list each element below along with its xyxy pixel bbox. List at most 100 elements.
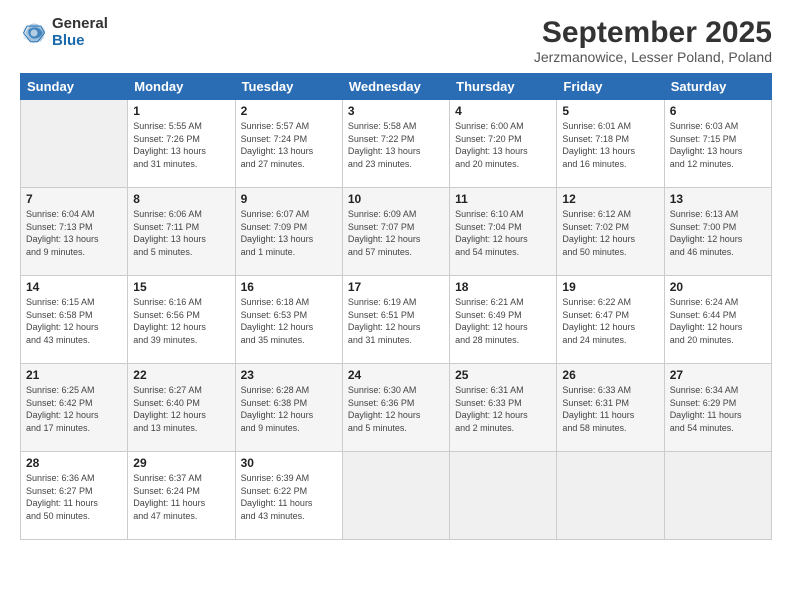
day-number: 13 xyxy=(670,192,766,206)
cell-info: Sunrise: 6:06 AMSunset: 7:11 PMDaylight:… xyxy=(133,208,229,258)
day-number: 21 xyxy=(26,368,122,382)
calendar-cell: 25Sunrise: 6:31 AMSunset: 6:33 PMDayligh… xyxy=(450,364,557,452)
day-number: 20 xyxy=(670,280,766,294)
calendar-body: 1Sunrise: 5:55 AMSunset: 7:26 PMDaylight… xyxy=(21,100,772,540)
calendar-cell xyxy=(557,452,664,540)
cell-info: Sunrise: 6:33 AMSunset: 6:31 PMDaylight:… xyxy=(562,384,658,434)
calendar-cell xyxy=(450,452,557,540)
cell-info: Sunrise: 6:12 AMSunset: 7:02 PMDaylight:… xyxy=(562,208,658,258)
calendar-cell: 28 Sunrise: 6:36 AMSunset: 6:27 PMDayligh… xyxy=(21,452,128,540)
calendar-cell: 21 Sunrise: 6:25 AMSunset: 6:42 PMDayligh… xyxy=(21,364,128,452)
calendar: Sunday Monday Tuesday Wednesday Thursday… xyxy=(20,73,772,540)
calendar-cell xyxy=(21,100,128,188)
cell-info: Sunrise: 6:28 AMSunset: 6:38 PMDaylight:… xyxy=(241,384,337,434)
day-number: 19 xyxy=(562,280,658,294)
calendar-cell: 9 Sunrise: 6:07 AMSunset: 7:09 PMDaylight… xyxy=(235,188,342,276)
cell-info: Sunrise: 6:36 AMSunset: 6:27 PMDaylight:… xyxy=(26,472,122,522)
calendar-cell: 15 Sunrise: 6:16 AMSunset: 6:56 PMDayligh… xyxy=(128,276,235,364)
day-number: 22 xyxy=(133,368,229,382)
day-number: 7 xyxy=(26,192,122,206)
day-number: 5 xyxy=(562,104,658,118)
day-number: 10 xyxy=(348,192,444,206)
calendar-cell: 18Sunrise: 6:21 AMSunset: 6:49 PMDayligh… xyxy=(450,276,557,364)
calendar-cell: 12 Sunrise: 6:12 AMSunset: 7:02 PMDayligh… xyxy=(557,188,664,276)
cell-info: Sunrise: 6:15 AMSunset: 6:58 PMDaylight:… xyxy=(26,296,122,346)
cell-info: Sunrise: 6:30 AMSunset: 6:36 PMDaylight:… xyxy=(348,384,444,434)
day-number: 9 xyxy=(241,192,337,206)
day-number: 15 xyxy=(133,280,229,294)
calendar-cell: 5Sunrise: 6:01 AMSunset: 7:18 PMDaylight… xyxy=(557,100,664,188)
header-wednesday: Wednesday xyxy=(342,74,449,100)
cell-info: Sunrise: 6:16 AMSunset: 6:56 PMDaylight:… xyxy=(133,296,229,346)
cell-info: Sunrise: 6:37 AMSunset: 6:24 PMDaylight:… xyxy=(133,472,229,522)
calendar-week-5: 28 Sunrise: 6:36 AMSunset: 6:27 PMDayligh… xyxy=(21,452,772,540)
calendar-cell: 16 Sunrise: 6:18 AMSunset: 6:53 PMDayligh… xyxy=(235,276,342,364)
cell-info: Sunrise: 6:34 AMSunset: 6:29 PMDaylight:… xyxy=(670,384,766,434)
header-thursday: Thursday xyxy=(450,74,557,100)
day-number: 30 xyxy=(241,456,337,470)
day-number: 8 xyxy=(133,192,229,206)
calendar-cell: 19 Sunrise: 6:22 AMSunset: 6:47 PMDayligh… xyxy=(557,276,664,364)
calendar-cell: 10 Sunrise: 6:09 AMSunset: 7:07 PMDayligh… xyxy=(342,188,449,276)
calendar-cell: 3Sunrise: 5:58 AMSunset: 7:22 PMDaylight… xyxy=(342,100,449,188)
header-sunday: Sunday xyxy=(21,74,128,100)
day-number: 23 xyxy=(241,368,337,382)
calendar-cell: 14 Sunrise: 6:15 AMSunset: 6:58 PMDayligh… xyxy=(21,276,128,364)
cell-info: Sunrise: 6:24 AMSunset: 6:44 PMDaylight:… xyxy=(670,296,766,346)
cell-info: Sunrise: 6:18 AMSunset: 6:53 PMDaylight:… xyxy=(241,296,337,346)
cell-info: Sunrise: 6:13 AMSunset: 7:00 PMDaylight:… xyxy=(670,208,766,258)
calendar-cell xyxy=(664,452,771,540)
calendar-header: Sunday Monday Tuesday Wednesday Thursday… xyxy=(21,74,772,100)
logo-general: General xyxy=(52,16,108,33)
day-number: 3 xyxy=(348,104,444,118)
day-number: 2 xyxy=(241,104,337,118)
cell-info: Sunrise: 5:57 AMSunset: 7:24 PMDaylight:… xyxy=(241,120,337,170)
day-number: 14 xyxy=(26,280,122,294)
calendar-cell: 30 Sunrise: 6:39 AMSunset: 6:22 PMDayligh… xyxy=(235,452,342,540)
calendar-cell: 23 Sunrise: 6:28 AMSunset: 6:38 PMDayligh… xyxy=(235,364,342,452)
calendar-cell: 1Sunrise: 5:55 AMSunset: 7:26 PMDaylight… xyxy=(128,100,235,188)
cell-info: Sunrise: 6:07 AMSunset: 7:09 PMDaylight:… xyxy=(241,208,337,258)
calendar-cell: 24 Sunrise: 6:30 AMSunset: 6:36 PMDayligh… xyxy=(342,364,449,452)
cell-info: Sunrise: 6:10 AMSunset: 7:04 PMDaylight:… xyxy=(455,208,551,258)
day-number: 27 xyxy=(670,368,766,382)
day-number: 1 xyxy=(133,104,229,118)
day-number: 6 xyxy=(670,104,766,118)
calendar-cell: 8 Sunrise: 6:06 AMSunset: 7:11 PMDaylight… xyxy=(128,188,235,276)
cell-info: Sunrise: 6:09 AMSunset: 7:07 PMDaylight:… xyxy=(348,208,444,258)
cell-info: Sunrise: 6:03 AMSunset: 7:15 PMDaylight:… xyxy=(670,120,766,170)
day-number: 25 xyxy=(455,368,551,382)
day-number: 11 xyxy=(455,192,551,206)
day-number: 24 xyxy=(348,368,444,382)
day-number: 28 xyxy=(26,456,122,470)
page-header: General Blue September 2025 Jerzmanowice… xyxy=(20,16,772,65)
cell-info: Sunrise: 6:22 AMSunset: 6:47 PMDaylight:… xyxy=(562,296,658,346)
calendar-cell: 29 Sunrise: 6:37 AMSunset: 6:24 PMDayligh… xyxy=(128,452,235,540)
day-number: 12 xyxy=(562,192,658,206)
cell-info: Sunrise: 6:19 AMSunset: 6:51 PMDaylight:… xyxy=(348,296,444,346)
calendar-cell: 27 Sunrise: 6:34 AMSunset: 6:29 PMDayligh… xyxy=(664,364,771,452)
cell-info: Sunrise: 6:39 AMSunset: 6:22 PMDaylight:… xyxy=(241,472,337,522)
calendar-cell: 4Sunrise: 6:00 AMSunset: 7:20 PMDaylight… xyxy=(450,100,557,188)
title-block: September 2025 Jerzmanowice, Lesser Pola… xyxy=(534,16,772,65)
logo-blue: Blue xyxy=(52,33,108,50)
calendar-cell: 17Sunrise: 6:19 AMSunset: 6:51 PMDayligh… xyxy=(342,276,449,364)
location: Jerzmanowice, Lesser Poland, Poland xyxy=(534,49,772,65)
day-number: 16 xyxy=(241,280,337,294)
cell-info: Sunrise: 6:21 AMSunset: 6:49 PMDaylight:… xyxy=(455,296,551,346)
header-friday: Friday xyxy=(557,74,664,100)
cell-info: Sunrise: 6:04 AMSunset: 7:13 PMDaylight:… xyxy=(26,208,122,258)
header-tuesday: Tuesday xyxy=(235,74,342,100)
calendar-cell xyxy=(342,452,449,540)
month-title: September 2025 xyxy=(534,16,772,49)
calendar-cell: 26Sunrise: 6:33 AMSunset: 6:31 PMDayligh… xyxy=(557,364,664,452)
logo-text: General Blue xyxy=(52,16,108,49)
calendar-cell: 13 Sunrise: 6:13 AMSunset: 7:00 PMDayligh… xyxy=(664,188,771,276)
cell-info: Sunrise: 6:00 AMSunset: 7:20 PMDaylight:… xyxy=(455,120,551,170)
calendar-cell: 6 Sunrise: 6:03 AMSunset: 7:15 PMDaylight… xyxy=(664,100,771,188)
day-number: 29 xyxy=(133,456,229,470)
calendar-cell: 22Sunrise: 6:27 AMSunset: 6:40 PMDayligh… xyxy=(128,364,235,452)
cell-info: Sunrise: 6:25 AMSunset: 6:42 PMDaylight:… xyxy=(26,384,122,434)
header-monday: Monday xyxy=(128,74,235,100)
logo: General Blue xyxy=(20,16,108,49)
